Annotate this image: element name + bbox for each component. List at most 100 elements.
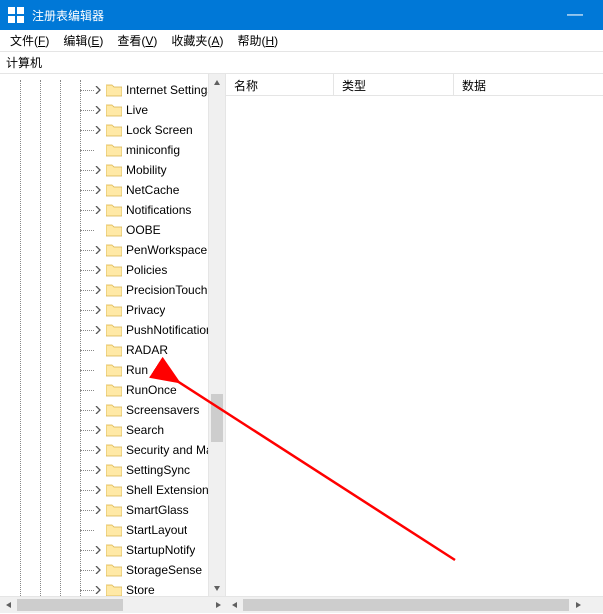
tree-item[interactable]: Screensavers bbox=[0, 400, 208, 420]
scroll-track[interactable] bbox=[209, 91, 225, 579]
tree-item[interactable]: miniconfig bbox=[0, 140, 208, 160]
scroll-left-icon[interactable] bbox=[0, 597, 17, 614]
tree-item[interactable]: Store bbox=[0, 580, 208, 596]
chevron-right-icon[interactable] bbox=[92, 544, 104, 556]
tree-item[interactable]: Notifications bbox=[0, 200, 208, 220]
minimize-button[interactable]: — bbox=[555, 7, 595, 23]
scroll-right-icon[interactable] bbox=[209, 597, 226, 614]
tree-item-label: Shell Extensions bbox=[126, 483, 208, 497]
chevron-right-icon[interactable] bbox=[92, 564, 104, 576]
tree-horizontal-scrollbar[interactable] bbox=[0, 597, 226, 613]
folder-icon bbox=[106, 123, 122, 137]
chevron-right-icon[interactable] bbox=[92, 464, 104, 476]
tree-item[interactable]: Search bbox=[0, 420, 208, 440]
tree-item-label: NetCache bbox=[126, 183, 179, 197]
chevron-right-icon[interactable] bbox=[92, 304, 104, 316]
scroll-left-icon[interactable] bbox=[226, 597, 243, 614]
folder-icon bbox=[106, 163, 122, 177]
tree-item-label: Privacy bbox=[126, 303, 165, 317]
chevron-right-icon[interactable] bbox=[92, 244, 104, 256]
chevron-right-icon[interactable] bbox=[92, 584, 104, 596]
chevron-right-icon[interactable] bbox=[92, 284, 104, 296]
tree-item[interactable]: Lock Screen bbox=[0, 120, 208, 140]
tree-item[interactable]: Policies bbox=[0, 260, 208, 280]
tree-item[interactable]: StartLayout bbox=[0, 520, 208, 540]
tree-item-label: RADAR bbox=[126, 343, 168, 357]
tree-item[interactable]: SmartGlass bbox=[0, 500, 208, 520]
chevron-right-icon[interactable] bbox=[92, 324, 104, 336]
chevron-right-icon[interactable] bbox=[92, 84, 104, 96]
chevron-right-icon[interactable] bbox=[92, 124, 104, 136]
tree-item-label: StartLayout bbox=[126, 523, 187, 537]
list-horizontal-scrollbar[interactable] bbox=[226, 597, 603, 613]
tree-item-label: StartupNotify bbox=[126, 543, 195, 557]
folder-icon bbox=[106, 363, 122, 377]
tree-item[interactable]: PrecisionTouchPad bbox=[0, 280, 208, 300]
tree-item[interactable]: SettingSync bbox=[0, 460, 208, 480]
chevron-right-icon[interactable] bbox=[92, 504, 104, 516]
tree-item-label: SettingSync bbox=[126, 463, 190, 477]
tree-item-label: Mobility bbox=[126, 163, 167, 177]
folder-icon bbox=[106, 343, 122, 357]
menu-help[interactable]: 帮助(H) bbox=[231, 30, 284, 51]
tree-item-label: Policies bbox=[126, 263, 167, 277]
folder-icon bbox=[106, 563, 122, 577]
menu-view[interactable]: 查看(V) bbox=[111, 30, 163, 51]
chevron-right-icon[interactable] bbox=[92, 204, 104, 216]
app-icon bbox=[8, 7, 24, 23]
tree-viewport[interactable]: Internet SettingsLiveLock Screenminiconf… bbox=[0, 74, 208, 596]
tree-item[interactable]: StartupNotify bbox=[0, 540, 208, 560]
chevron-right-icon[interactable] bbox=[92, 444, 104, 456]
tree-item-label: Screensavers bbox=[126, 403, 199, 417]
folder-icon bbox=[106, 583, 122, 596]
scroll-thumb[interactable] bbox=[17, 599, 123, 611]
column-type[interactable]: 类型 bbox=[334, 74, 454, 95]
tree-item-label: Search bbox=[126, 423, 164, 437]
folder-icon bbox=[106, 403, 122, 417]
tree-item[interactable]: NetCache bbox=[0, 180, 208, 200]
folder-icon bbox=[106, 503, 122, 517]
tree-item[interactable]: Run bbox=[0, 360, 208, 380]
tree-item[interactable]: OOBE bbox=[0, 220, 208, 240]
folder-icon bbox=[106, 263, 122, 277]
folder-icon bbox=[106, 183, 122, 197]
tree-vertical-scrollbar[interactable] bbox=[208, 74, 225, 596]
tree-item[interactable]: PenWorkspace bbox=[0, 240, 208, 260]
list-body[interactable] bbox=[226, 96, 603, 596]
tree-item[interactable]: Mobility bbox=[0, 160, 208, 180]
chevron-right-icon[interactable] bbox=[92, 104, 104, 116]
chevron-right-icon[interactable] bbox=[92, 184, 104, 196]
chevron-right-icon[interactable] bbox=[92, 164, 104, 176]
tree-item[interactable]: RADAR bbox=[0, 340, 208, 360]
tree-item[interactable]: Security and Maintenance bbox=[0, 440, 208, 460]
tree-item[interactable]: RunOnce bbox=[0, 380, 208, 400]
tree-item-label: OOBE bbox=[126, 223, 161, 237]
tree-item[interactable]: PushNotifications bbox=[0, 320, 208, 340]
chevron-right-icon[interactable] bbox=[92, 484, 104, 496]
tree-item-label: PushNotifications bbox=[126, 323, 208, 337]
menu-file[interactable]: 文件(F) bbox=[4, 30, 55, 51]
menu-favorites[interactable]: 收藏夹(A) bbox=[165, 30, 229, 51]
tree-item[interactable]: Live bbox=[0, 100, 208, 120]
chevron-right-icon[interactable] bbox=[92, 404, 104, 416]
chevron-right-icon[interactable] bbox=[92, 264, 104, 276]
tree-item[interactable]: StorageSense bbox=[0, 560, 208, 580]
tree-pane: Internet SettingsLiveLock Screenminiconf… bbox=[0, 74, 226, 596]
pathbar: 计算机 bbox=[0, 52, 603, 74]
menu-edit[interactable]: 编辑(E) bbox=[57, 30, 109, 51]
column-name[interactable]: 名称 bbox=[226, 74, 334, 95]
tree-item[interactable]: Internet Settings bbox=[0, 80, 208, 100]
tree-item[interactable]: Shell Extensions bbox=[0, 480, 208, 500]
scroll-right-icon[interactable] bbox=[569, 597, 586, 614]
tree-item[interactable]: Privacy bbox=[0, 300, 208, 320]
scroll-thumb[interactable] bbox=[211, 394, 223, 443]
chevron-right-icon[interactable] bbox=[92, 424, 104, 436]
folder-icon bbox=[106, 203, 122, 217]
scroll-down-icon[interactable] bbox=[209, 579, 225, 596]
folder-icon bbox=[106, 483, 122, 497]
scroll-up-icon[interactable] bbox=[209, 74, 225, 91]
folder-icon bbox=[106, 243, 122, 257]
scroll-thumb[interactable] bbox=[243, 599, 569, 611]
column-data[interactable]: 数据 bbox=[454, 74, 603, 95]
tree-item-label: Store bbox=[126, 583, 155, 596]
